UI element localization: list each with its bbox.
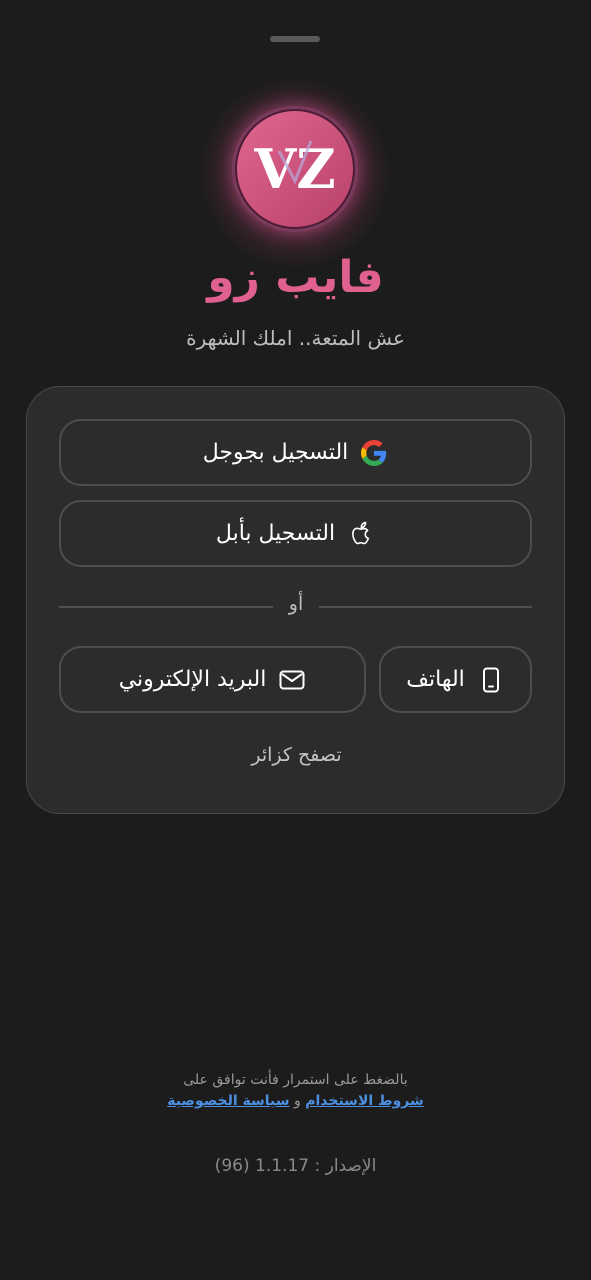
app-logo: VZ [232, 106, 358, 232]
google-signin-button[interactable]: التسجيل بجوجل [59, 419, 532, 486]
legal-conjunction: و [294, 1093, 301, 1109]
legal-links: شروط الاستخدام و سياسة الخصوصية [0, 1093, 591, 1109]
privacy-policy-link[interactable]: سياسة الخصوصية [167, 1093, 289, 1109]
browse-as-guest-link[interactable]: تصفح كزائر [27, 744, 566, 766]
email-signin-button[interactable]: البريد الإلكتروني [59, 646, 366, 713]
login-card: التسجيل بجوجل التسجيل بأبل أو الهاتف الب… [26, 386, 565, 814]
apple-signin-label: التسجيل بأبل [215, 521, 336, 546]
divider-line-right [319, 606, 532, 608]
google-signin-label: التسجيل بجوجل [202, 440, 349, 465]
app-version: الإصدار : 1.1.17 (96) [214, 1156, 377, 1176]
apple-signin-button[interactable]: التسجيل بأبل [59, 500, 532, 567]
terms-of-use-link[interactable]: شروط الاستخدام [305, 1093, 424, 1109]
divider-or-label: أو [288, 593, 304, 615]
email-icon [278, 666, 306, 694]
email-signin-label: البريد الإلكتروني [118, 667, 267, 692]
google-icon [360, 439, 388, 467]
app-tagline: عش المتعة.. املك الشهرة [186, 326, 405, 350]
phone-icon [477, 666, 505, 694]
phone-signin-button[interactable]: الهاتف [379, 646, 532, 713]
apple-icon [347, 520, 375, 548]
sheet-drag-handle[interactable] [270, 36, 320, 42]
svg-text:VZ: VZ [253, 137, 335, 201]
phone-signin-label: الهاتف [406, 667, 465, 692]
vz-logo-icon: VZ [237, 111, 353, 227]
divider-line-left [59, 606, 273, 608]
app-name: فايب زو [207, 252, 384, 303]
consent-text: بالضغط على استمرار فأنت توافق على [183, 1072, 408, 1088]
